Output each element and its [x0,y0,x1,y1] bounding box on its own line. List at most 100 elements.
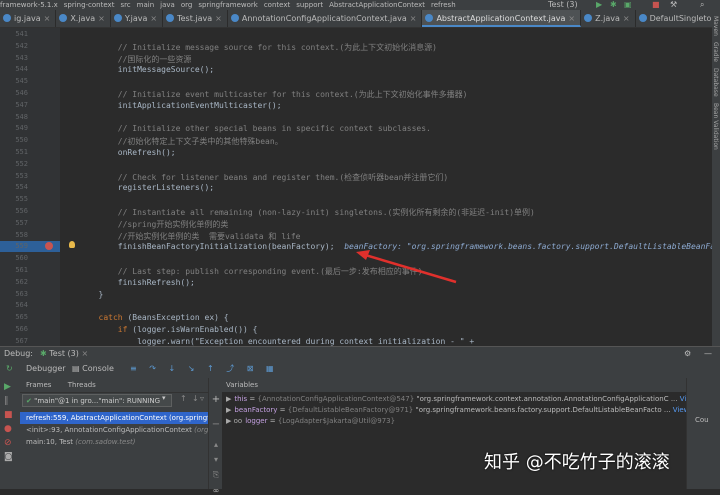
code-line[interactable]: // Instantiate all remaining (non-lazy-i… [60,207,535,218]
down-icon[interactable]: ↓ [192,394,199,403]
search-icon[interactable]: ⌕ [700,0,704,10]
close-icon[interactable]: × [215,14,222,23]
variable-row[interactable]: ▶ this = {AnnotationConfigApplicationCont… [222,394,686,405]
tool-window-database[interactable]: Database [712,68,719,97]
run-icon[interactable]: ▶ [596,0,602,10]
code-line[interactable]: initMessageSource(); [60,65,214,74]
tab-z-java[interactable]: Z.java × [581,10,636,27]
tab-test-java[interactable]: Test.java × [163,10,228,27]
close-icon[interactable]: × [150,14,157,23]
breadcrumb-item[interactable]: springframework [198,0,258,10]
tool-window-maven[interactable]: Maven [712,16,719,36]
lightbulb-icon[interactable] [69,241,75,248]
breadcrumb-item[interactable]: AbstractApplicationContext [329,0,425,10]
code-line[interactable]: //spring开始实例化单例的类 [60,219,229,230]
tab-debugger[interactable]: Debugger [26,360,66,378]
code-line[interactable]: } [60,290,104,299]
breakpoint-icon[interactable] [45,242,53,250]
view-link[interactable]: View [673,406,686,414]
tab-x-java[interactable]: X.java × [56,10,111,27]
code-line[interactable]: // Initialize event multicaster for this… [60,89,468,100]
breadcrumb-item[interactable]: org [181,0,192,10]
close-icon[interactable]: × [623,14,630,23]
hide-icon[interactable]: — [704,347,712,361]
breadcrumb-item[interactable]: spring-context [64,0,115,10]
close-icon[interactable]: × [81,349,88,358]
code-line[interactable]: finishBeanFactoryInitialization(beanFact… [60,242,712,251]
thread-select[interactable]: ✔ "main"@1 in gro..."main": RUNNING [22,394,172,407]
code-line[interactable]: initApplicationEventMulticaster(); [60,101,282,110]
tab-annotationconfigapplicationcontext-java[interactable]: AnnotationConfigApplicationContext.java × [228,10,423,27]
tab-frames[interactable]: Frames [26,381,51,389]
code-line[interactable]: catch (BeansException ex) { [60,313,229,322]
variable-row[interactable]: ▶ oo logger = {LogAdapter$Jakarta@Util@97… [222,416,686,427]
build-icon[interactable]: ⚒ [670,0,677,10]
close-icon[interactable]: × [98,14,105,23]
code-line[interactable]: // Check for listener beans and register… [60,172,448,183]
code-line[interactable]: // Initialize other special beans in spe… [60,124,431,133]
tab-abstractapplicationcontext-java[interactable]: AbstractApplicationContext.java × [422,10,582,27]
frame-item[interactable]: refresh:559, AbstractApplicationContext … [20,412,208,424]
mute-breakpoints-icon[interactable]: ⊘ [4,438,16,448]
camera-icon[interactable]: ◙ [4,452,16,462]
code-line[interactable]: logger.warn("Exception encountered durin… [60,337,474,346]
breadcrumb-item[interactable]: support [296,0,323,10]
tab-defaultsingletonbeanregistry-java[interactable]: DefaultSingletonBeanRegistry.java× [636,10,712,27]
breadcrumb-item[interactable]: main [137,0,155,10]
stop-icon[interactable]: ■ [652,0,660,10]
breadcrumb-item[interactable]: java [160,0,175,10]
resume-icon[interactable]: ▶ [4,382,16,392]
close-icon[interactable]: × [44,14,51,23]
code-line[interactable]: if (logger.isWarnEnabled()) { [60,325,258,334]
breadcrumb[interactable]: framework-5.1.x spring-context src main java… [0,0,520,10]
tab-y-java[interactable]: Y.java × [111,10,164,27]
expand-icon[interactable]: ▶ oo [226,417,242,425]
code-line[interactable]: registerListeners(); [60,183,214,192]
debug-session-tab[interactable]: ✱ Test (3) × [40,347,88,361]
code-line[interactable]: //国际化的一些资源 [60,54,192,65]
breadcrumb-item[interactable]: src [120,0,130,10]
settings-icon[interactable]: ⚙ [684,347,691,361]
tool-window-gradle[interactable]: Gradle [712,42,719,62]
line-number: 544 [15,65,28,74]
add-watch-icon[interactable]: + [209,394,223,405]
variable-row[interactable]: ▶ beanFactory = {DefaultListableBeanFacto… [222,405,686,416]
code-line[interactable]: // Initialize message source for this co… [60,42,437,53]
expand-icon[interactable]: ▶ [226,406,231,414]
code-line[interactable]: //初始化特定上下文子类中的其他特殊bean。 [60,136,283,147]
close-icon[interactable]: × [410,14,417,23]
chevron-down-icon[interactable]: ▾ [162,394,166,402]
breadcrumb-item[interactable]: refresh [431,0,456,10]
pause-icon[interactable]: ‖ [4,396,16,406]
code-line[interactable]: // Last step: publish corresponding even… [60,266,423,277]
step-toolbar[interactable]: ≡ ↷ ↓ ↘ ↑ ⤴ ⊠ ▦ [130,360,279,378]
code-line[interactable]: //开始实例化单例的类 需要validata 和 life [60,231,301,242]
coverage-icon[interactable]: ▣ [624,0,632,10]
restart-icon[interactable]: ↻ [6,360,13,378]
code-editor[interactable]: // Initialize message source for this co… [60,28,712,346]
up-icon[interactable]: ↑ [180,394,187,403]
infinity-icon[interactable]: ∞ [209,486,223,495]
remove-watch-icon[interactable]: − [209,419,223,430]
run-config-select[interactable]: Test (3) [548,0,578,10]
view-breakpoints-icon[interactable]: ● [4,424,16,434]
tab-threads[interactable]: Threads [68,381,96,389]
breadcrumb-item[interactable]: context [264,0,290,10]
stop-icon[interactable]: ■ [4,410,16,420]
tab-ig-java[interactable]: ig.java × [0,10,57,27]
copy-icon[interactable]: ⎘ [209,470,223,480]
code-line[interactable]: finishRefresh(); [60,278,195,287]
move-up-icon[interactable]: ▴ [209,440,223,449]
expand-icon[interactable]: ▶ [226,395,231,403]
move-down-icon[interactable]: ▾ [209,455,223,464]
tab-console[interactable]: ▤ Console [72,360,114,378]
close-icon[interactable]: × [568,14,575,23]
filter-icon[interactable]: ▿ [200,394,204,403]
debug-icon[interactable]: ✱ [610,0,617,10]
tool-window-bean-validation[interactable]: Bean Validation [712,103,719,150]
editor-tabs: ig.java × X.java × Y.java × Test.java × Annotati… [0,10,712,28]
code-line[interactable]: onRefresh(); [60,148,176,157]
frame-item[interactable]: main:10, Test (com.sadow.test) [20,436,208,448]
breadcrumb-item[interactable]: framework-5.1.x [0,0,58,10]
frame-item[interactable]: <init>:93, AnnotationConfigApplicationCo… [20,424,208,436]
